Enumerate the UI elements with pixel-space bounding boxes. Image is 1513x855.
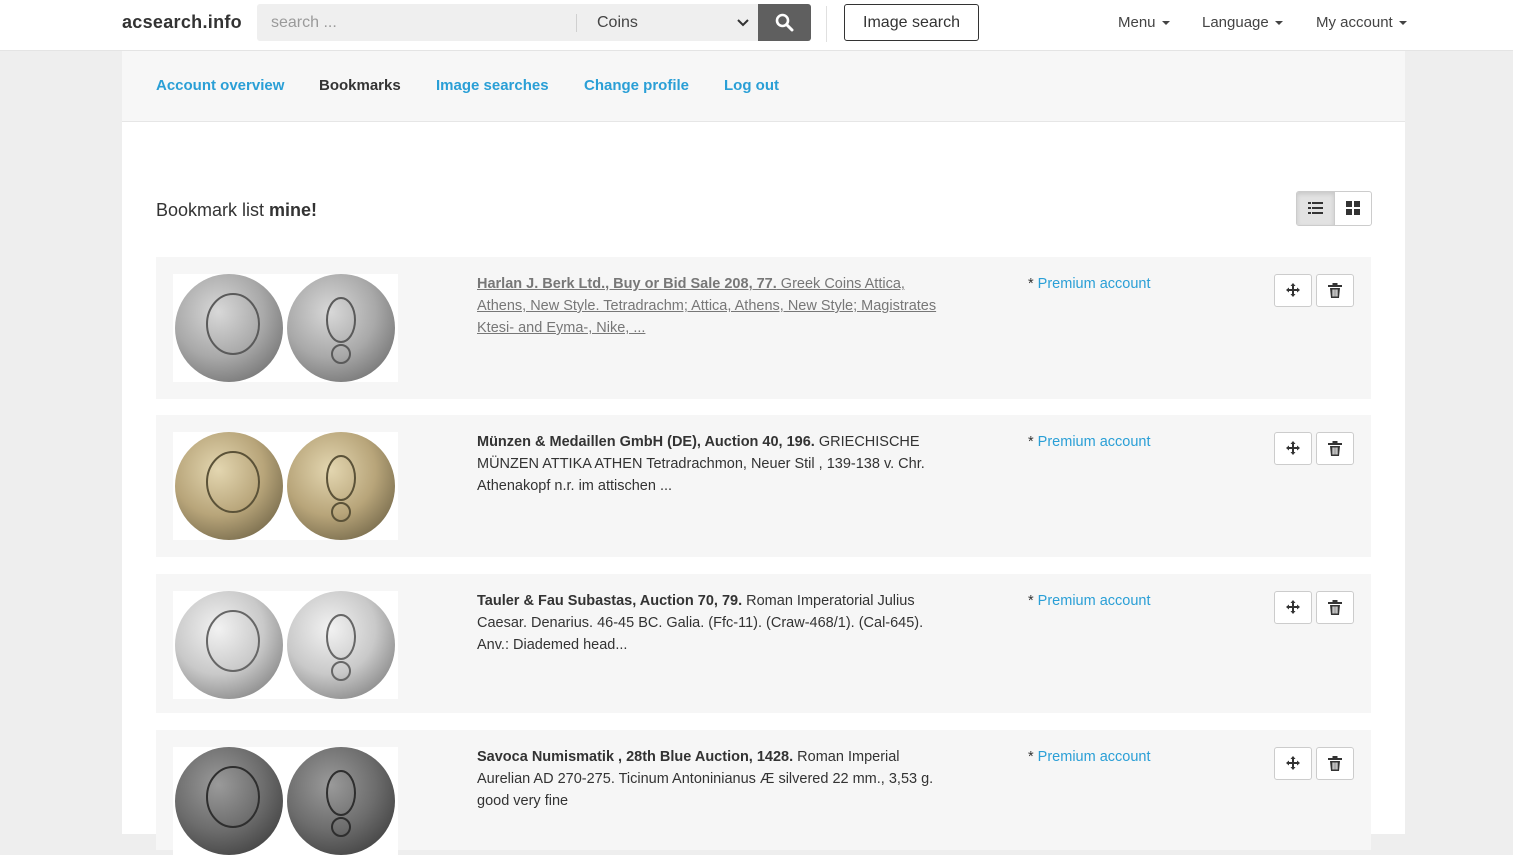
lot-title[interactable]: Harlan J. Berk Ltd., Buy or Bid Sale 208… [477, 276, 777, 292]
site-logo[interactable]: acsearch.info [122, 12, 242, 33]
premium-account-link[interactable]: Premium account [1038, 276, 1151, 292]
account-subnav: Account overview Bookmarks Image searche… [122, 51, 1405, 122]
search-input[interactable] [257, 4, 589, 41]
bookmark-item: Tauler & Fau Subastas, Auction 70, 79. R… [156, 574, 1371, 713]
bookmark-item: Savoca Numismatik , 28th Blue Auction, 1… [156, 730, 1371, 855]
search-button[interactable] [758, 4, 811, 41]
language-label: Language [1202, 14, 1269, 31]
lot-title[interactable]: Savoca Numismatik , 28th Blue Auction, 1… [477, 749, 793, 765]
title-prefix: Bookmark list [156, 200, 265, 220]
move-button[interactable] [1274, 747, 1312, 780]
premium-prefix: * [1028, 593, 1038, 609]
delete-button[interactable] [1316, 274, 1354, 307]
search-bar: Coins [257, 4, 811, 41]
premium-prefix: * [1028, 434, 1038, 450]
bookmark-item: Münzen & Medaillen GmbH (DE), Auction 40… [156, 415, 1371, 557]
tab-log-out[interactable]: Log out [724, 77, 779, 94]
coin-image[interactable] [173, 274, 398, 382]
coin-photo [175, 274, 395, 382]
lot-description[interactable]: Münzen & Medaillen GmbH (DE), Auction 40… [477, 431, 949, 497]
delete-button[interactable] [1316, 747, 1354, 780]
premium-note: * Premium account [1028, 590, 1151, 612]
list-view-button[interactable] [1297, 192, 1334, 225]
lot-description[interactable]: Harlan J. Berk Ltd., Buy or Bid Sale 208… [477, 273, 949, 339]
search-divider [576, 14, 577, 32]
lot-title[interactable]: Münzen & Medaillen GmbH (DE), Auction 40… [477, 434, 815, 450]
premium-account-link[interactable]: Premium account [1038, 749, 1151, 765]
navbar-divider [826, 6, 827, 42]
coin-image[interactable] [173, 591, 398, 699]
move-button[interactable] [1274, 274, 1312, 307]
move-button[interactable] [1274, 432, 1312, 465]
search-icon [775, 13, 794, 32]
coin-image[interactable] [173, 747, 398, 855]
delete-button[interactable] [1316, 591, 1354, 624]
view-toggle [1296, 191, 1372, 226]
list-icon [1308, 202, 1323, 214]
trash-icon [1328, 756, 1342, 771]
menu-label: Menu [1118, 14, 1156, 31]
premium-note: * Premium account [1028, 431, 1151, 453]
grid-view-button[interactable] [1334, 192, 1371, 225]
lot-description[interactable]: Tauler & Fau Subastas, Auction 70, 79. R… [477, 590, 949, 656]
bookmark-item: Harlan J. Berk Ltd., Buy or Bid Sale 208… [156, 257, 1371, 399]
coin-image[interactable] [173, 432, 398, 540]
premium-prefix: * [1028, 276, 1038, 292]
category-select[interactable]: Coins [597, 4, 638, 41]
premium-account-link[interactable]: Premium account [1038, 434, 1151, 450]
account-label: My account [1316, 14, 1393, 31]
move-icon [1286, 441, 1300, 455]
caret-down-icon [1398, 21, 1407, 26]
premium-prefix: * [1028, 749, 1038, 765]
delete-button[interactable] [1316, 432, 1354, 465]
my-account-dropdown[interactable]: My account [1316, 14, 1407, 31]
premium-note: * Premium account [1028, 273, 1151, 295]
premium-account-link[interactable]: Premium account [1038, 593, 1151, 609]
premium-note: * Premium account [1028, 746, 1151, 768]
coin-photo [175, 747, 395, 855]
lot-description[interactable]: Savoca Numismatik , 28th Blue Auction, 1… [477, 746, 949, 812]
bookmark-list-name: mine! [269, 200, 318, 220]
move-button[interactable] [1274, 591, 1312, 624]
grid-icon [1346, 201, 1360, 215]
page-title: Bookmark list mine! [156, 200, 317, 221]
trash-icon [1328, 441, 1342, 456]
trash-icon [1328, 600, 1342, 615]
image-search-button[interactable]: Image search [844, 4, 979, 41]
move-icon [1286, 283, 1300, 297]
move-icon [1286, 600, 1300, 614]
coin-photo [175, 432, 395, 540]
chevron-down-icon[interactable] [733, 12, 753, 32]
move-icon [1286, 756, 1300, 770]
lot-title[interactable]: Tauler & Fau Subastas, Auction 70, 79. [477, 593, 742, 609]
tab-image-searches[interactable]: Image searches [436, 77, 549, 94]
coin-photo [175, 591, 395, 699]
language-dropdown[interactable]: Language [1202, 14, 1283, 31]
top-navbar: acsearch.info Coins Image search Menu La… [0, 0, 1513, 51]
main-content: Bookmark list mine! Harlan J. Berk Ltd.,… [122, 122, 1405, 855]
caret-down-icon [1161, 21, 1170, 26]
menu-dropdown[interactable]: Menu [1118, 14, 1170, 31]
trash-icon [1328, 283, 1342, 298]
caret-down-icon [1274, 21, 1283, 26]
tab-account-overview[interactable]: Account overview [156, 77, 284, 94]
tab-bookmarks[interactable]: Bookmarks [319, 77, 401, 94]
tab-change-profile[interactable]: Change profile [584, 77, 689, 94]
